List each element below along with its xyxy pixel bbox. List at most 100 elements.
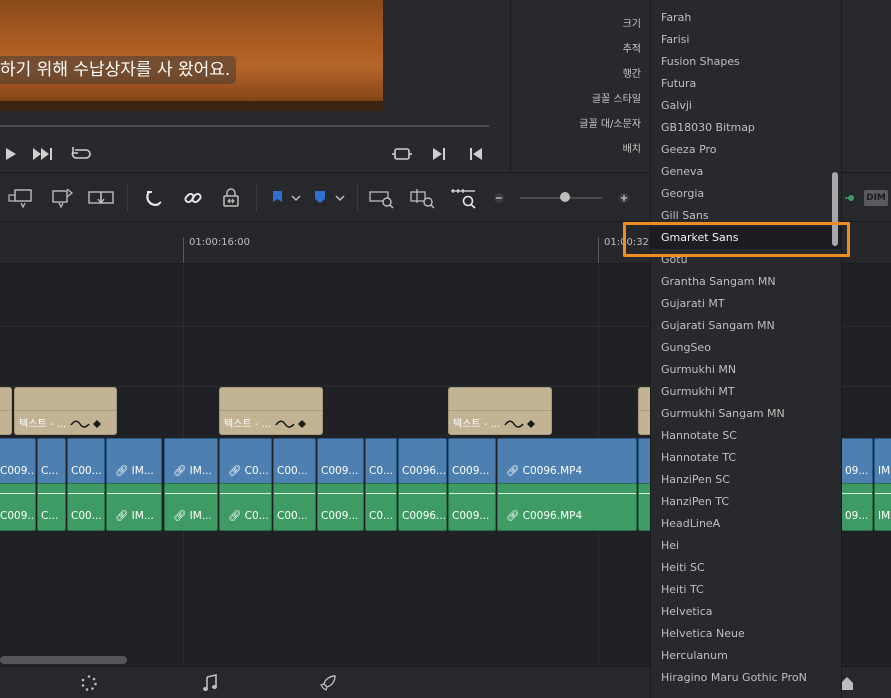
audio-clip[interactable]: C... [37,483,66,531]
fast-forward-icon[interactable] [32,143,54,165]
font-option[interactable]: Gurmukhi MT [651,381,841,403]
video-clip[interactable]: 09... [841,438,873,484]
video-clip[interactable]: C0... [365,438,397,484]
next-edit-icon[interactable] [428,143,450,165]
video-clip[interactable]: IM [874,438,891,484]
font-option[interactable]: Geneva [651,161,841,183]
video-clip[interactable]: C00... [67,438,105,484]
audio-clip[interactable]: C009... [317,483,364,531]
custom-zoom-icon[interactable] [449,186,479,210]
audio-clip[interactable]: C00... [67,483,105,531]
audio-clip[interactable]: C009... [448,483,496,531]
loop-icon[interactable] [70,143,92,165]
font-option[interactable]: GB18030 Bitmap [651,117,841,139]
font-option[interactable]: Heiti SC [651,557,841,579]
flag-icon[interactable] [267,186,287,210]
font-option[interactable]: Galvji [651,95,841,117]
audio-clip-label: IM [878,510,891,522]
title-clip[interactable]: 텍스트 - ... [448,387,552,435]
video-clip[interactable]: 🔗︎ C0096.MP4 [497,438,637,484]
font-option[interactable]: Hannotate TC [651,447,841,469]
replace-clip-icon[interactable] [86,186,116,210]
font-option[interactable]: Georgia [651,183,841,205]
video-clip[interactable]: C009... [317,438,364,484]
audio-clip[interactable]: C009... [0,483,36,531]
play-icon[interactable] [0,143,22,165]
marker-dropdown-chevron-icon[interactable] [332,186,348,210]
video-clip[interactable]: C... [37,438,66,484]
font-option[interactable]: Hiragino Maru Gothic ProN [651,667,841,689]
fusion-page-icon[interactable] [80,674,98,692]
font-option[interactable]: HanziPen SC [651,469,841,491]
font-option[interactable]: Gujarati Sangam MN [651,315,841,337]
font-option[interactable]: HanziPen TC [651,491,841,513]
video-clip[interactable]: 🔗︎ IM... [106,438,162,484]
title-clip[interactable]: 텍스트 - ... [219,387,323,435]
video-clip[interactable]: C0096... [398,438,447,484]
video-clip[interactable]: 🔗︎ IM... [164,438,218,484]
insert-clip-icon[interactable] [6,186,40,210]
audio-clip[interactable]: C0096... [398,483,447,531]
inspector-label-top: · [638,0,641,5]
marker-icon[interactable] [310,186,330,210]
title-clip-label: 텍스트 - ... [224,419,272,430]
font-option[interactable]: Futura [651,73,841,95]
font-option[interactable]: HeadLineA [651,513,841,535]
font-option[interactable]: Gurmukhi Sangam MN [651,403,841,425]
font-family-dropdown-list[interactable]: … Farah Farisi Fusion Shapes Futura Galv… [650,0,842,698]
flag-dropdown-chevron-icon[interactable] [288,186,304,210]
font-option[interactable]: GungSeo [651,337,841,359]
viewer-panel: 하기 위해 수납상자를 사 왔어요. [0,0,510,172]
video-clip[interactable]: C009... [448,438,496,484]
previous-edit-icon[interactable] [465,143,487,165]
zoom-out-icon[interactable] [492,186,506,210]
viewer-scrub-bar[interactable] [0,125,489,127]
zoom-in-icon[interactable] [617,186,631,210]
video-clip[interactable]: 🔗︎ C0... [219,438,272,484]
zoom-slider-handle[interactable] [560,192,570,202]
font-option[interactable]: Helvetica [651,601,841,623]
audio-clip[interactable]: 🔗︎ C0096.MP4 [497,483,637,531]
detail-zoom-icon[interactable] [409,186,437,210]
ruler-major-tick [598,237,599,263]
overwrite-clip-icon[interactable] [48,186,76,210]
font-option[interactable]: Heiti TC [651,579,841,601]
match-frame-icon[interactable] [391,143,413,165]
font-option[interactable]: Farah [651,7,841,29]
audio-clip[interactable]: C00... [273,483,316,531]
video-clip[interactable]: C009... [0,438,36,484]
position-lock-icon[interactable] [219,186,243,210]
snapping-icon[interactable] [142,186,166,210]
font-option[interactable]: Hannotate SC [651,425,841,447]
video-clip-label: 🔗︎ IM... [115,465,154,477]
font-option[interactable]: Geeza Pro [651,139,841,161]
audio-clip[interactable]: C0... [365,483,397,531]
fairlight-page-icon[interactable] [201,674,219,692]
timeline-horizontal-scrollbar[interactable] [0,656,127,664]
audio-clip[interactable]: IM [874,483,891,531]
font-option[interactable]: Gujarati MT [651,293,841,315]
audio-clip-label: 09... [845,510,869,522]
font-option[interactable]: Grantha Sangam MN [651,271,841,293]
video-clip-label: C00... [71,465,102,477]
audio-clip[interactable]: 09... [841,483,873,531]
font-option[interactable]: Helvetica Neue [651,623,841,645]
title-clip[interactable]: 텍스트 - ... [14,387,117,435]
inspector-label-line-spacing: 행간 [622,69,641,80]
audio-clip[interactable]: 🔗︎ IM... [164,483,218,531]
font-option[interactable]: Herculanum [651,645,841,667]
davinci-resolve-window: 하기 위해 수납상자를 사 왔어요. · [0,0,891,698]
deliver-page-icon[interactable] [319,674,337,692]
linked-selection-icon[interactable] [181,186,205,210]
full-extent-zoom-icon[interactable] [368,186,396,210]
audio-clip[interactable]: 🔗︎ IM... [106,483,162,531]
dim-button[interactable]: DIM [864,190,888,206]
font-option[interactable]: Farisi [651,29,841,51]
video-clip[interactable]: C00... [273,438,316,484]
audio-clip[interactable]: 🔗︎ C0... [219,483,272,531]
font-option[interactable]: Gurmukhi MN [651,359,841,381]
font-option-partial[interactable]: … [651,0,841,7]
title-clip[interactable] [0,387,12,435]
font-option[interactable]: Hei [651,535,841,557]
font-option[interactable]: Fusion Shapes [651,51,841,73]
